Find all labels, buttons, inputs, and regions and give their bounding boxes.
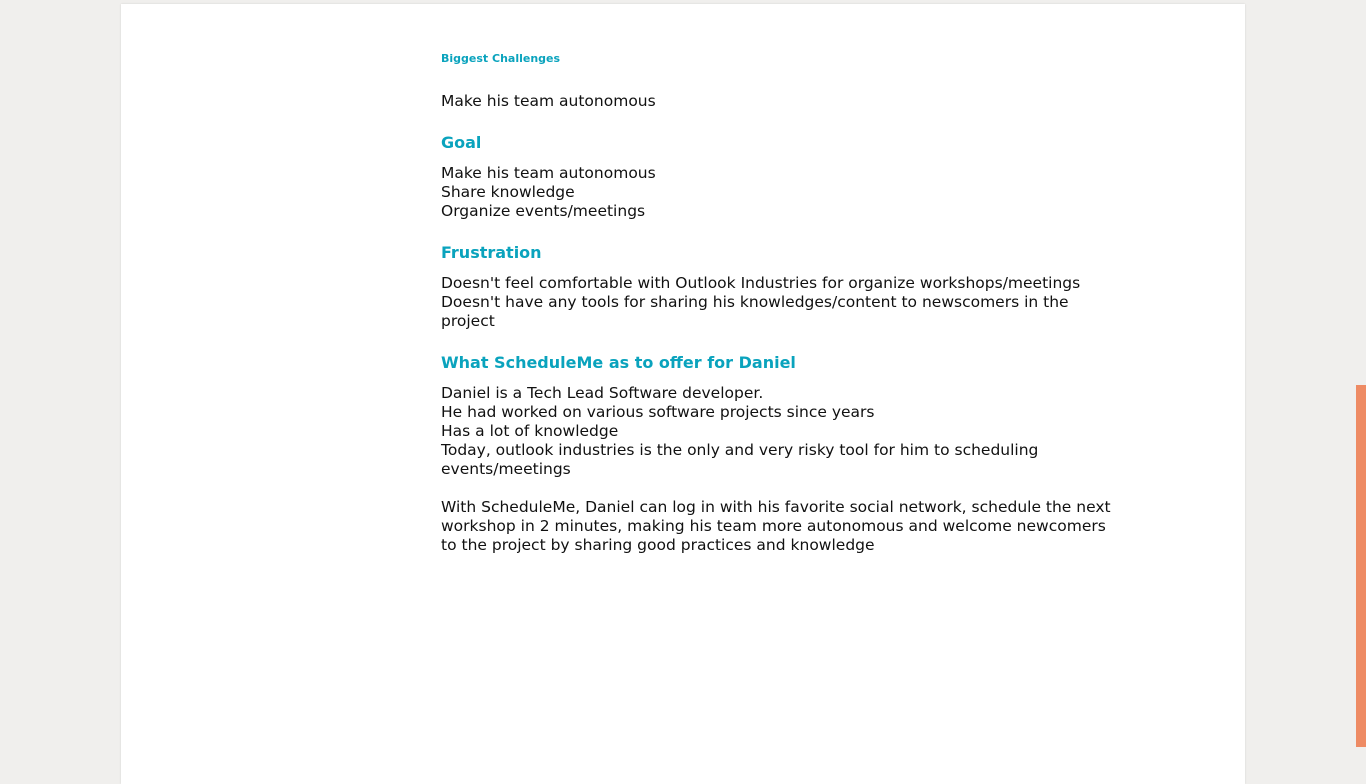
- goal-line: Organize events/meetings: [441, 202, 646, 220]
- frustration-line: Doesn't have any tools for sharing his k…: [441, 293, 1069, 311]
- offer-line: events/meetings: [441, 460, 571, 478]
- challenges-text: Make his team autonomous: [441, 92, 656, 110]
- frustration-line: Doesn't feel comfortable with Outlook In…: [441, 274, 1081, 292]
- goal-line: Share knowledge: [441, 183, 575, 201]
- document-page: Biggest Challenges Make his team autonom…: [121, 4, 1245, 784]
- frustration-line: project: [441, 312, 495, 330]
- offer-line: He had worked on various software projec…: [441, 403, 875, 421]
- biggest-challenges-heading: Biggest Challenges: [441, 52, 561, 65]
- goal-line: Make his team autonomous: [441, 164, 656, 182]
- offer-closing-line: workshop in 2 minutes, making his team m…: [441, 517, 1106, 535]
- goal-heading: Goal: [441, 133, 482, 152]
- offer-closing-line: to the project by sharing good practices…: [441, 536, 875, 554]
- vertical-scrollbar-thumb[interactable]: [1356, 385, 1366, 747]
- offer-line: Daniel is a Tech Lead Software developer…: [441, 384, 764, 402]
- offer-closing-line: With ScheduleMe, Daniel can log in with …: [441, 498, 1111, 516]
- frustration-heading: Frustration: [441, 243, 542, 262]
- offer-line: Has a lot of knowledge: [441, 422, 619, 440]
- offer-line: Today, outlook industries is the only an…: [441, 441, 1039, 459]
- offer-heading: What ScheduleMe as to offer for Daniel: [441, 353, 796, 372]
